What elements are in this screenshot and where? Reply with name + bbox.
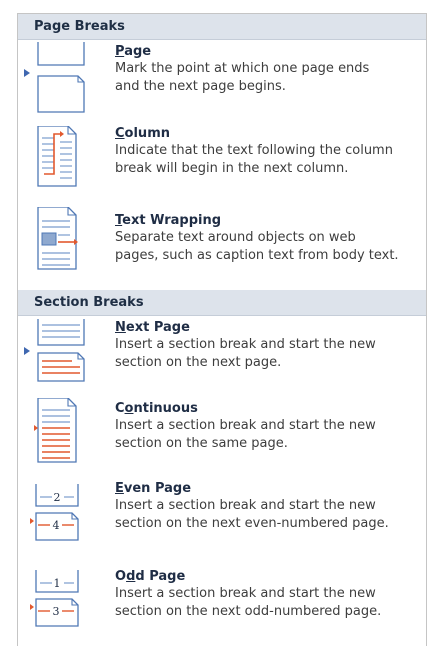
menu-item-page-break[interactable]: Page Mark the point at which one page en… <box>18 40 426 122</box>
insert-break-menu: Page Breaks Page Mark the point at which… <box>17 13 427 646</box>
menu-item-column-break[interactable]: Column Indicate that the text following … <box>18 122 426 205</box>
next-page-section-break-icon <box>24 319 96 387</box>
even-page-icon-number-top: 2 <box>54 491 61 504</box>
next-page-section-break-title: Next Page <box>115 320 190 335</box>
continuous-section-break-desc-line1: Insert a section break and start the new <box>115 418 376 433</box>
odd-page-icon-number-bottom: 3 <box>53 605 60 618</box>
column-break-desc-line1: Indicate that the text following the col… <box>115 143 393 158</box>
menu-item-continuous-section-break[interactable]: Continuous Insert a section break and st… <box>18 393 426 477</box>
menu-item-next-page-section-break[interactable]: Next Page Insert a section break and sta… <box>18 316 426 393</box>
column-break-icon <box>24 125 96 192</box>
odd-page-section-break-icon: 1 3 <box>24 570 96 632</box>
continuous-section-break-desc-line2: section on the same page. <box>115 436 288 451</box>
even-page-section-break-desc-line1: Insert a section break and start the new <box>115 498 376 513</box>
even-page-section-break-icon: 2 4 <box>24 484 96 546</box>
menu-item-text-wrapping-break[interactable]: Text Wrapping Separate text around objec… <box>18 205 426 290</box>
continuous-section-break-icon <box>24 397 96 468</box>
page-break-desc-line2: and the next page begins. <box>115 79 286 94</box>
text-wrapping-break-desc-line2: pages, such as caption text from body te… <box>115 248 399 263</box>
even-page-icon-number-bottom: 4 <box>53 519 60 532</box>
section-header-page-breaks: Page Breaks <box>18 14 426 40</box>
next-page-section-break-desc-line1: Insert a section break and start the new <box>115 337 376 352</box>
next-page-section-break-desc-line2: section on the next page. <box>115 355 282 370</box>
menu-item-odd-page-section-break[interactable]: 1 3 Odd Page Insert a section break and … <box>18 565 426 647</box>
text-wrapping-break-desc-line1: Separate text around objects on web <box>115 230 356 245</box>
column-break-title: Column <box>115 126 170 141</box>
text-wrapping-break-title: Text Wrapping <box>115 213 222 228</box>
odd-page-section-break-desc-line1: Insert a section break and start the new <box>115 586 376 601</box>
section-header-section-breaks: Section Breaks <box>18 290 426 316</box>
odd-page-section-break-title: Odd Page <box>115 569 186 584</box>
menu-item-even-page-section-break[interactable]: 2 4 Even Page Insert a section break and… <box>18 477 426 565</box>
odd-page-section-break-desc-line2: section on the next odd-numbered page. <box>115 604 382 619</box>
even-page-section-break-title: Even Page <box>115 481 192 496</box>
continuous-section-break-title: Continuous <box>115 401 198 416</box>
page-break-desc-line1: Mark the point at which one page ends <box>115 61 370 76</box>
page-break-title: Page <box>115 44 152 59</box>
text-wrapping-break-icon <box>24 206 96 275</box>
odd-page-icon-number-top: 1 <box>54 577 61 590</box>
even-page-section-break-desc-line2: section on the next even-numbered page. <box>115 516 389 531</box>
page-break-icon <box>24 42 96 122</box>
column-break-desc-line2: break will begin in the next column. <box>115 161 349 176</box>
